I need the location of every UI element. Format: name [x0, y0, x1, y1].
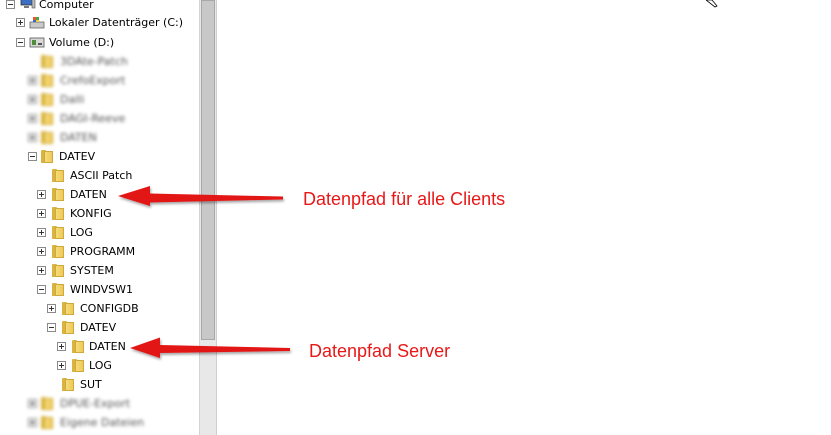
annotation-server: Datenpfad Server [309, 341, 451, 361]
annotation-clients: Datenpfad für alle Clients [303, 189, 506, 209]
arrow-server [130, 337, 290, 358]
arrow-clients [118, 186, 283, 206]
annotation-arrows [118, 186, 290, 358]
